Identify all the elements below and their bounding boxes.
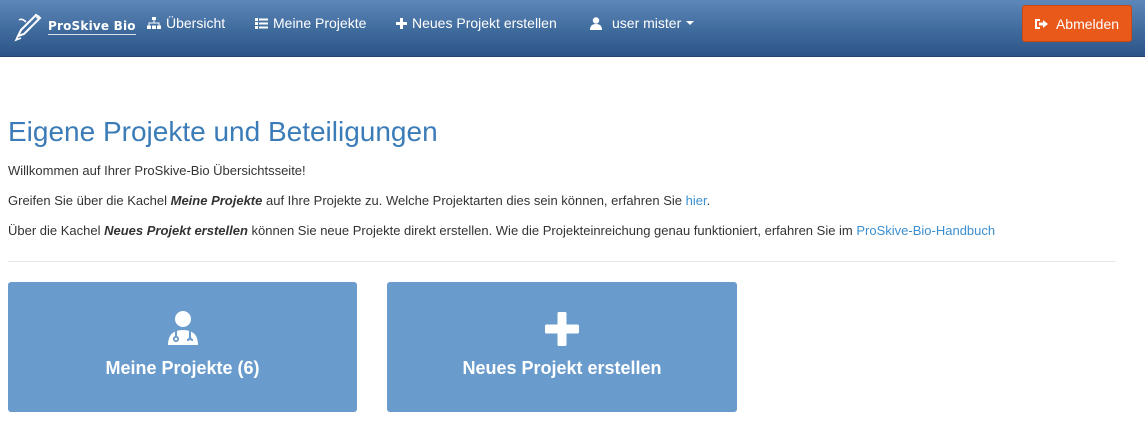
logout-button[interactable]: Abmelden [1022, 5, 1132, 42]
nav-item-my-projects-label: Meine Projekte [273, 15, 367, 31]
intro-text: Greifen Sie über die Kachel [8, 193, 171, 208]
tile-my-projects-label: Meine Projekte (6) [105, 358, 260, 378]
project-types-link[interactable]: hier [686, 193, 707, 208]
nav-item-new-project[interactable]: Neues Projekt erstellen [396, 0, 557, 46]
sign-out-icon [1034, 18, 1048, 29]
emphasis-my-projects: Meine Projekte [170, 193, 263, 208]
tile-my-projects[interactable]: Meine Projekte (6) [8, 282, 357, 412]
intro-paragraph-my-projects: Greifen Sie über die Kachel Meine Projek… [8, 192, 710, 210]
brand-logo[interactable]: ProSkive Bio [14, 11, 136, 43]
nav-item-new-project-label: Neues Projekt erstellen [412, 15, 557, 31]
intro-paragraph-new-project: Über die Kachel Neues Projekt erstellen … [8, 222, 995, 240]
logout-label: Abmelden [1055, 15, 1120, 32]
tile-new-project[interactable]: Neues Projekt erstellen [387, 282, 737, 412]
plus-icon [545, 312, 579, 346]
chevron-down-icon [686, 21, 695, 25]
intro-text: können Sie neue Projekte direkt erstelle… [247, 223, 857, 238]
nav-item-overview[interactable]: Übersicht [147, 0, 225, 46]
user-menu-dropdown[interactable]: user mister [590, 0, 695, 46]
nav-item-overview-label: Übersicht [166, 15, 226, 31]
plus-icon [396, 17, 407, 29]
welcome-text: Willkommen auf Ihrer ProSkive-Bio Übersi… [8, 163, 306, 178]
user-doctor-icon [167, 311, 198, 345]
intro-text: Über die Kachel [8, 223, 105, 238]
top-navbar: ProSkive Bio Übersicht Meine Projekte Ne… [0, 0, 1145, 57]
intro-text: auf Ihre Projekte zu. Welche Projektarte… [262, 193, 686, 208]
emphasis-new-project: Neues Projekt erstellen [104, 223, 248, 238]
divider [8, 261, 1116, 262]
pen-logo-icon [14, 13, 42, 42]
nav-item-my-projects[interactable]: Meine Projekte [255, 0, 366, 46]
user-menu-label: user mister [612, 15, 682, 31]
tile-new-project-label: Neues Projekt erstellen [462, 358, 662, 378]
brand-name: ProSkive Bio [48, 19, 136, 35]
handbook-link[interactable]: ProSkive-Bio-Handbuch [856, 223, 995, 238]
list-icon [255, 17, 268, 29]
main-content: Eigene Projekte und Beteiligungen [8, 110, 1116, 154]
intro-text: . [706, 193, 711, 208]
user-icon [590, 16, 602, 30]
page-title: Eigene Projekte und Beteiligungen [8, 116, 438, 147]
sitemap-icon [147, 17, 161, 29]
